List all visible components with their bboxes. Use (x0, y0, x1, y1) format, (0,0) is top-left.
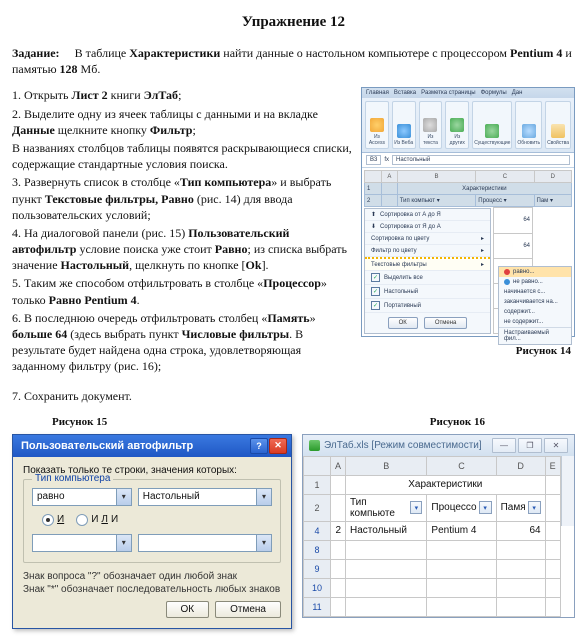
conn-icon (485, 124, 499, 138)
db-icon (370, 118, 384, 132)
dropdown-icon: ▾ (116, 535, 131, 551)
check-desktop[interactable]: ✓Настольный (365, 285, 490, 299)
cancel-button[interactable]: Отмена (215, 601, 281, 618)
radio-or[interactable]: ИЛИ (76, 514, 118, 526)
figure-14-excel: Главная Вставка Разметка страницы Формул… (361, 87, 575, 337)
minimize-button[interactable]: — (492, 438, 516, 453)
radio-and[interactable]: И (42, 514, 64, 526)
filter-begins[interactable]: начинается с... (499, 287, 571, 297)
hint-1: Знак вопроса "?" обозначает один любой з… (23, 571, 281, 582)
other-icon (450, 118, 464, 132)
rib-exist[interactable]: Существующие (472, 101, 512, 149)
filter-contains[interactable]: содержит... (499, 307, 571, 317)
ok-button[interactable]: ОК (388, 317, 418, 329)
text-filters[interactable]: Текстовые фильтры▸ (365, 257, 490, 271)
close-button[interactable]: ✕ (544, 438, 568, 453)
rib-refresh[interactable]: Обновить (515, 101, 542, 149)
group-legend: Тип компьютера (32, 473, 113, 484)
filter-color[interactable]: Фильтр по цвету▸ (365, 245, 490, 257)
check-laptop[interactable]: ✓Портативный (365, 299, 490, 313)
help-button[interactable]: ? (250, 438, 268, 454)
maximize-button[interactable]: ❐ (518, 438, 542, 453)
ribbon-tabs: Главная Вставка Разметка страницы Формул… (362, 88, 574, 98)
rib-text[interactable]: Из текста (419, 101, 443, 149)
filter-custom[interactable]: Настраиваемый фил... (499, 327, 571, 344)
filter-equals[interactable]: равно... (499, 267, 571, 277)
sort-asc[interactable]: ⬆Сортировка от А до Я (365, 209, 490, 221)
figure-16-excel: ЭлТаб.xls [Режим совместимости] — ❐ ✕ A … (302, 434, 575, 618)
task-paragraph: Задание: В таблице Характеристики найти … (12, 45, 575, 77)
task-label: Задание: (12, 46, 60, 60)
rib-web[interactable]: Из Веба (392, 101, 416, 149)
vertical-scrollbar[interactable] (561, 456, 574, 526)
dropdown-icon: ▾ (116, 489, 131, 505)
window-title: ЭлТаб.xls [Режим совместимости] (324, 440, 482, 451)
figure-16-caption: Рисунок 16 (430, 416, 485, 428)
refresh-icon (522, 124, 536, 138)
text-icon (423, 118, 437, 132)
dropdown-icon: ▾ (256, 535, 271, 551)
combo-condition-2[interactable]: ▾ (32, 534, 132, 552)
filter-icon[interactable]: ▾ (410, 501, 422, 514)
tab-data[interactable]: Дан (512, 90, 523, 96)
steps-column: 1. Открыть Лист 2 книги ЭлТаб; 2. Выдели… (12, 87, 355, 376)
sort-color[interactable]: Сортировка по цвету▸ (365, 233, 490, 245)
page-title: Упражнение 12 (12, 14, 575, 31)
rib-props[interactable]: Свойства (545, 101, 571, 149)
close-button[interactable]: ✕ (269, 438, 287, 454)
bullet-icon (504, 279, 510, 285)
cancel-button[interactable]: Отмена (424, 317, 468, 329)
filter-icon[interactable]: ▾ (528, 501, 541, 514)
filter-notequals[interactable]: не равно... (499, 277, 571, 287)
name-box[interactable]: B3 (366, 155, 381, 165)
hint-2: Знак "*" обозначает последовательность л… (23, 584, 281, 595)
dialog-title: Пользовательский автофильтр (21, 440, 193, 452)
filter-ends[interactable]: заканчивается на... (499, 297, 571, 307)
excel-icon (309, 440, 320, 451)
figure-15-caption: Рисунок 15 (52, 416, 107, 428)
dropdown-icon: ▾ (256, 489, 271, 505)
filter-notcontains[interactable]: не содержит... (499, 317, 571, 327)
globe-icon (397, 124, 411, 138)
tab-insert[interactable]: Вставка (394, 90, 416, 96)
result-grid: A B C D E 1 Характеристики 2 Тип компьют… (303, 456, 561, 617)
filter-icon[interactable]: ▾ (479, 501, 492, 514)
figure-15-dialog: Пользовательский автофильтр ? ✕ Показать… (12, 434, 292, 629)
ribbon-buttons: Из Access Из Веба Из текста Из других Су… (362, 98, 574, 153)
text-filters-submenu: равно... не равно... начинается с... зак… (498, 266, 572, 345)
combo-condition[interactable]: равно▾ (32, 488, 132, 506)
step-7: 7. Сохранить документ. (12, 389, 575, 404)
combo-value[interactable]: Настольный▾ (138, 488, 272, 506)
fx-icon[interactable]: fx (384, 157, 389, 163)
autofilter-menu: ⬆Сортировка от А до Я ⬇Сортировка от Я д… (364, 208, 491, 334)
tab-layout[interactable]: Разметка страницы (421, 90, 475, 96)
sheet-grid: A B C D 1Характеристики 2 Тип компьют ▾ … (364, 170, 572, 207)
props-icon (551, 124, 565, 138)
combo-value-2[interactable]: ▾ (138, 534, 272, 552)
figure-14-caption: Рисунок 14 (361, 345, 571, 357)
formula-bar[interactable]: Настольный (392, 155, 570, 165)
rib-access[interactable]: Из Access (365, 101, 389, 149)
tab-formulas[interactable]: Формулы (481, 90, 507, 96)
ok-button[interactable]: ОК (166, 601, 210, 618)
tab-home[interactable]: Главная (366, 90, 389, 96)
rib-other[interactable]: Из других (445, 101, 469, 149)
bullet-icon (504, 269, 510, 275)
sort-desc[interactable]: ⬇Сортировка от Я до А (365, 221, 490, 233)
check-all[interactable]: ✓Выделить все (365, 271, 490, 285)
